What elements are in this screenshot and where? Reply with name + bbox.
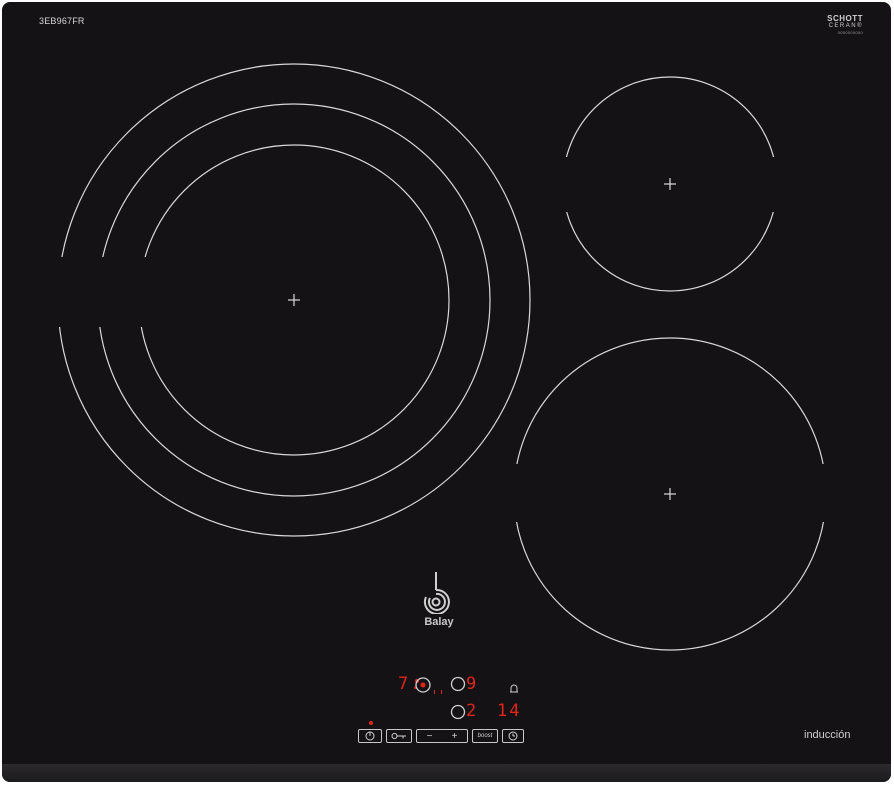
top-right-zone-level-display: 9: [466, 674, 479, 694]
model-number: 3EB967FR: [39, 16, 85, 26]
timer-display: 14: [497, 701, 522, 721]
pan-detect-icon: [434, 690, 442, 694]
small-zone-center-mark: [664, 178, 676, 190]
medium-zone-center-mark: [664, 488, 676, 500]
bottom-right-zone-select-icon[interactable]: [449, 703, 467, 721]
clock-icon: [508, 731, 518, 741]
power-indicator: [369, 721, 373, 725]
top-right-zone-select-icon[interactable]: [449, 675, 467, 693]
brand-logo: Balay: [414, 570, 464, 628]
glass-brand-mark: SCHOTT CERAN® 0000000000: [803, 14, 863, 35]
left-zone-select-icon[interactable]: [413, 675, 433, 695]
timer-button[interactable]: [502, 729, 524, 743]
glass-brand-name: SCHOTT: [827, 14, 863, 23]
plus-button[interactable]: +: [452, 731, 458, 742]
touch-controls: − + boost: [358, 729, 524, 745]
glass-brand-subname: CERAN®: [828, 23, 863, 29]
power-icon: [365, 731, 375, 741]
bell-icon: [510, 684, 518, 693]
induction-cooktop: 3EB967FR SCHOTT CERAN® 0000000000 Balay …: [2, 2, 891, 782]
bottom-right-zone-level-display: 2: [466, 701, 479, 721]
cooking-zones: [42, 63, 840, 651]
power-level-slider[interactable]: − +: [416, 729, 468, 743]
brand-name: Balay: [424, 616, 454, 628]
technology-label: inducción: [804, 729, 851, 741]
boost-button[interactable]: boost: [472, 729, 498, 743]
large-zone-center-mark: [288, 294, 300, 306]
key-icon: [391, 733, 406, 739]
minus-button[interactable]: −: [427, 731, 433, 742]
cooktop-front-edge: [2, 764, 891, 782]
glass-brand-fineprint: 0000000000: [837, 30, 863, 35]
child-lock-button[interactable]: [386, 729, 412, 743]
power-button[interactable]: [358, 729, 382, 743]
balay-logo-icon: [423, 572, 450, 615]
